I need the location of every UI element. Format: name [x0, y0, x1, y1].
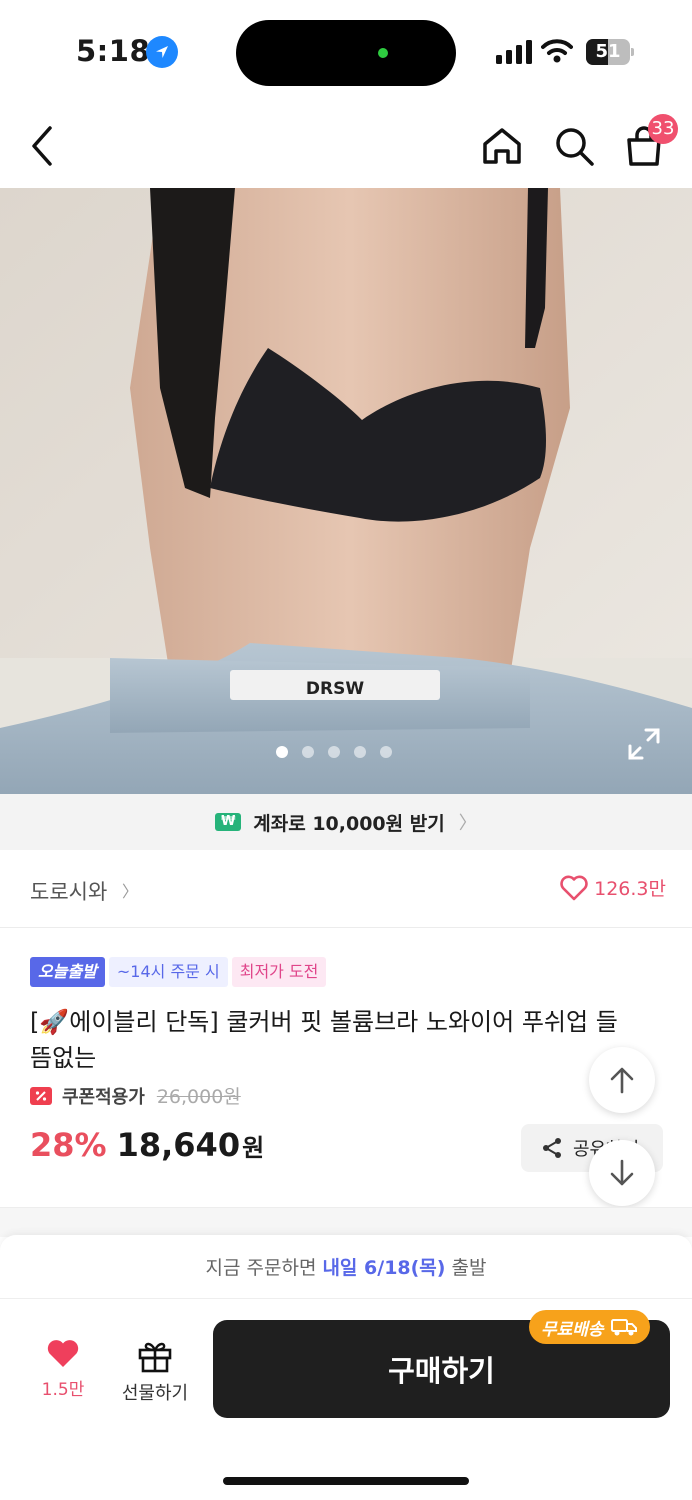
home-indicator [223, 1477, 469, 1485]
sale-price: 18,640 [116, 1126, 241, 1164]
price-row: 28% 18,640 원 [30, 1126, 264, 1164]
account-promo-banner[interactable]: ₩ 계좌로 10,000원 받기 〉 [0, 794, 692, 850]
shipping-prefix: 지금 주문하면 [205, 1257, 317, 1279]
signal-icon [496, 40, 532, 68]
pager-dot[interactable] [354, 746, 366, 758]
scroll-up-button[interactable] [589, 1047, 655, 1113]
arrow-up-icon [610, 1067, 634, 1094]
top-nav [0, 104, 692, 188]
wishlist-button[interactable]: 1.5만 [30, 1339, 96, 1409]
seller-name-link[interactable]: 도로시와 [30, 876, 107, 906]
home-icon [483, 128, 521, 164]
tag-today-ship: 오늘출발 [30, 957, 105, 987]
product-image[interactable]: DRSW [0, 188, 692, 794]
scroll-down-button[interactable] [589, 1140, 655, 1206]
battery-level: 51 [595, 41, 621, 62]
gift-icon [138, 1342, 172, 1373]
tag-lowest-price: 최저가 도전 [231, 957, 327, 987]
product-tags: 오늘출발 ~14시 주문 시 최저가 도전 [30, 957, 327, 987]
buy-label: 구매하기 [388, 1354, 495, 1388]
original-price: 26,000원 [156, 1086, 241, 1108]
gift-label: 선물하기 [121, 1383, 189, 1404]
status-time: 5:18 [76, 34, 151, 68]
pager-dot[interactable] [380, 746, 392, 758]
gift-button[interactable]: 선물하기 [114, 1339, 196, 1409]
coupon-label: 쿠폰적용가 [62, 1086, 145, 1108]
pager-dot[interactable] [302, 746, 314, 758]
camera-indicator [378, 48, 388, 58]
cart-count-badge: 33 [648, 114, 678, 144]
purchase-bar: 지금 주문하면 내일 6/18(목) 출발 1.5만 선물하기 구매하기 무료배… [0, 1235, 692, 1500]
shipping-date: 내일 6/18(목) [322, 1257, 446, 1279]
location-arrow-icon [146, 36, 178, 68]
shipping-notice: 지금 주문하면 내일 6/18(목) 출발 [0, 1235, 692, 1299]
back-icon [32, 126, 52, 166]
search-icon [556, 128, 594, 166]
share-icon [543, 1138, 561, 1158]
free-shipping-label: 무료배송 [541, 1319, 604, 1340]
status-bar: 5:18 51 [0, 0, 692, 104]
promo-text: 계좌로 10,000원 받기 [253, 812, 445, 835]
chevron-right-icon: 〉 [458, 813, 477, 834]
expand-image-button[interactable] [624, 724, 664, 764]
coupon-icon [30, 1086, 52, 1105]
heart-outline-icon [560, 875, 588, 900]
heart-filled-icon [47, 1340, 79, 1367]
shipping-suffix: 출발 [451, 1257, 487, 1279]
discount-rate: 28% [30, 1126, 107, 1164]
product-title: [🚀에이블리 단독] 쿨커버 핏 볼륨브라 노와이어 푸쉬업 들뜸없는 [30, 1008, 618, 1072]
chevron-right-icon: 〉 [122, 882, 139, 901]
seller-row: 도로시와 〉 126.3만 [0, 850, 692, 928]
waistband-text: DRSW [306, 679, 364, 699]
search-button[interactable] [548, 120, 600, 172]
back-button[interactable] [18, 120, 66, 172]
wifi-icon [541, 38, 573, 68]
store-like-count: 126.3만 [594, 878, 666, 900]
pager-dot[interactable] [276, 746, 288, 758]
expand-icon [628, 728, 660, 760]
wishlist-count: 1.5만 [41, 1380, 85, 1400]
truck-icon [610, 1319, 637, 1336]
store-like-button[interactable]: 126.3만 [560, 874, 666, 901]
tag-order-deadline: ~14시 주문 시 [108, 957, 228, 987]
dynamic-island [236, 20, 456, 86]
price-unit: 원 [242, 1134, 265, 1162]
free-shipping-badge: 무료배송 [529, 1310, 650, 1344]
battery-icon: 51 [586, 39, 634, 65]
arrow-down-icon [610, 1159, 634, 1186]
image-pager-dots [276, 746, 392, 758]
pager-dot[interactable] [328, 746, 340, 758]
section-divider [0, 1207, 692, 1237]
home-button[interactable] [476, 120, 528, 172]
won-icon: ₩ [215, 813, 242, 831]
coupon-price-row: 쿠폰적용가 26,000원 [30, 1082, 241, 1109]
